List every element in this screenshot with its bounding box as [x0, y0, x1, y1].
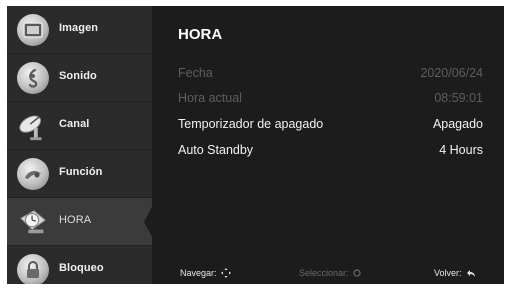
- setting-row-temporizador[interactable]: Temporizador de apagado Apagado: [178, 117, 483, 137]
- tv-menu: Imagen Sonido Canal Función HORA Bloqueo…: [7, 6, 504, 284]
- gear-icon: [17, 158, 49, 190]
- hint-navigate-label: Navegar:: [180, 268, 217, 278]
- setting-value: 08:59:01: [434, 91, 483, 105]
- sidebar-item-label: Bloqueo: [59, 262, 104, 274]
- sidebar-item-label: HORA: [59, 214, 92, 226]
- selection-arrow: [144, 207, 152, 237]
- picture-icon: [17, 14, 49, 46]
- hint-back-label: Volver:: [434, 268, 462, 278]
- sidebar-item-imagen[interactable]: Imagen: [7, 6, 152, 54]
- clock-icon: [17, 206, 49, 238]
- hint-select-label: Seleccionar:: [299, 268, 349, 278]
- sidebar-item-funcion[interactable]: Función: [7, 150, 152, 198]
- hint-back: Volver:: [434, 268, 476, 278]
- setting-label: Fecha: [178, 66, 213, 80]
- hint-select: Seleccionar:: [299, 268, 361, 278]
- setting-value[interactable]: Apagado: [433, 117, 483, 131]
- setting-value: 2020/06/24: [420, 66, 483, 80]
- screen: Imagen Sonido Canal Función HORA Bloqueo…: [0, 0, 511, 288]
- sidebar-item-label: Sonido: [59, 70, 97, 82]
- main-panel: HORA Fecha 2020/06/24 Hora actual 08:59:…: [152, 6, 504, 284]
- setting-row-fecha: Fecha 2020/06/24: [178, 66, 483, 86]
- page-title: HORA: [178, 26, 223, 43]
- sidebar: Imagen Sonido Canal Función HORA Bloqueo: [7, 6, 152, 284]
- setting-value[interactable]: 4 Hours: [439, 143, 483, 157]
- sidebar-item-canal[interactable]: Canal: [7, 102, 152, 150]
- dpad-icon: [220, 268, 231, 278]
- sidebar-item-label: Canal: [59, 118, 90, 130]
- setting-row-auto-standby[interactable]: Auto Standby 4 Hours: [178, 143, 483, 163]
- sidebar-item-sonido[interactable]: Sonido: [7, 54, 152, 102]
- padlock-icon: [17, 254, 49, 284]
- setting-label: Hora actual: [178, 91, 242, 105]
- music-note-icon: [17, 62, 49, 94]
- satellite-dish-icon: [17, 110, 49, 142]
- ok-icon: [352, 269, 361, 277]
- sidebar-item-hora[interactable]: HORA: [7, 198, 152, 246]
- back-arrow-icon: [466, 269, 476, 278]
- setting-label: Temporizador de apagado: [178, 117, 324, 131]
- footer-hints: Navegar: Seleccionar: Volver:: [152, 268, 504, 282]
- hint-navigate: Navegar:: [180, 268, 231, 278]
- sidebar-item-label: Función: [59, 166, 103, 178]
- setting-label: Auto Standby: [178, 143, 254, 157]
- setting-row-hora-actual: Hora actual 08:59:01: [178, 91, 483, 111]
- sidebar-item-label: Imagen: [59, 22, 99, 34]
- sidebar-item-bloqueo[interactable]: Bloqueo: [7, 246, 152, 284]
